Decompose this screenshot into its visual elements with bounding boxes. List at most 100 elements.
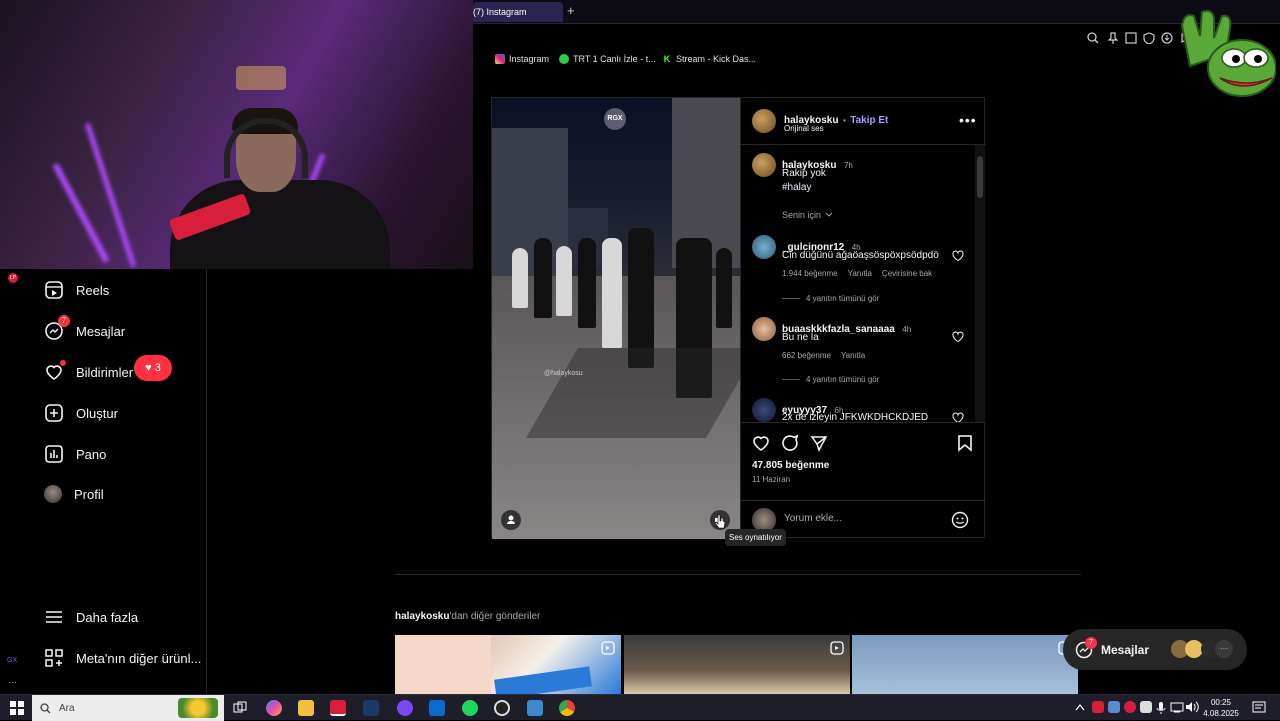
sidebar-item-meta-products[interactable]: Meta'nın diğer ürünl... — [44, 648, 201, 668]
tab-instagram[interactable]: (7) Instagram — [473, 2, 563, 22]
share-icon[interactable] — [810, 434, 828, 452]
commenter-avatar[interactable] — [752, 398, 776, 422]
commenter-avatar[interactable] — [752, 235, 776, 259]
scrollbar-thumb[interactable] — [977, 156, 983, 198]
comment-icon[interactable] — [781, 434, 799, 452]
bookmark-kick[interactable]: K Stream - Kick Das... — [662, 54, 756, 64]
avatar — [44, 485, 62, 503]
side-strip-badge[interactable]: LP — [8, 273, 18, 283]
heart-icon[interactable] — [952, 412, 964, 422]
commenter-avatar[interactable] — [752, 317, 776, 341]
more-dots-icon[interactable]: ··· — [8, 677, 17, 687]
translate-button[interactable]: Çevirisine bak — [882, 269, 932, 278]
gx-logo[interactable]: GX — [7, 657, 17, 664]
comment-likes[interactable]: 1.944 beğenme — [782, 269, 838, 278]
search-placeholder: Ara — [59, 702, 75, 714]
more-post-thumbnail[interactable] — [624, 635, 850, 694]
sidebar-item-label: Bildirimler — [76, 364, 134, 380]
chrome-icon[interactable] — [559, 700, 575, 716]
app-icon[interactable] — [527, 700, 543, 716]
author-avatar[interactable] — [752, 109, 776, 133]
new-tab-button[interactable]: + — [567, 3, 581, 19]
heart-icon[interactable] — [952, 331, 964, 343]
likes-count[interactable]: 47.805 beğenme — [752, 460, 829, 471]
sidebar-item-more[interactable]: Daha fazla — [44, 607, 138, 627]
heart-icon — [44, 360, 66, 382]
windows-start-icon[interactable] — [10, 701, 24, 715]
bookmark-instagram[interactable]: Instagram — [495, 54, 549, 64]
sidebar-item-notifications[interactable]: Bildirimler — [44, 360, 134, 382]
follow-button[interactable]: Takip Et — [850, 115, 888, 126]
comment-input[interactable]: Yorum ekle... — [784, 513, 842, 524]
discord-icon[interactable] — [397, 700, 413, 716]
system-clock[interactable]: 00:25 4.08.2025 — [1198, 697, 1244, 719]
audio-label[interactable]: Orijinal ses — [784, 124, 824, 133]
reply-button[interactable]: Yanıtla — [841, 351, 865, 360]
outlook-icon[interactable] — [429, 700, 445, 716]
sidebar-item-label: Mesajlar — [76, 323, 126, 339]
more-post-thumbnail[interactable] — [395, 635, 621, 694]
thumbnail-banner — [494, 666, 592, 694]
task-view-icon[interactable] — [233, 701, 247, 715]
sidebar-item-dashboard[interactable]: Pano — [44, 444, 106, 464]
zoom-icon[interactable] — [1087, 32, 1099, 44]
notifications-count-pill[interactable]: ♥ 3 — [134, 355, 172, 381]
comment-sort-dropdown[interactable]: Senin için — [782, 210, 833, 220]
tagged-users-button[interactable] — [501, 510, 521, 530]
messages-floating-button[interactable]: 7 Mesajlar ··· — [1063, 629, 1247, 670]
reels-icon — [44, 280, 64, 300]
reply-button[interactable]: Yanıtla — [848, 269, 872, 278]
bookmark-icon[interactable] — [957, 434, 973, 452]
pin-icon[interactable] — [1107, 32, 1119, 44]
notification-center-icon[interactable] — [1252, 701, 1266, 715]
taskbar-search[interactable]: Ara — [32, 695, 224, 721]
snapshot-icon[interactable] — [1125, 32, 1137, 44]
bookmark-label: Instagram — [509, 54, 550, 64]
post-actions: 47.805 beğenme 11 Haziran — [741, 422, 986, 500]
tray-icon[interactable] — [1108, 701, 1120, 713]
sidebar-item-label: Daha fazla — [76, 609, 139, 625]
rgx-badge: RGX — [604, 108, 626, 130]
emoji-icon[interactable] — [951, 511, 969, 529]
opera-gx-icon[interactable] — [330, 700, 346, 716]
more-dots-icon: ··· — [1215, 640, 1233, 658]
more-posts-suffix: 'dan diğer gönderiler — [449, 611, 541, 622]
view-replies-button[interactable]: 4 yanıtın tümünü gör — [782, 375, 879, 384]
download-icon[interactable] — [1161, 32, 1173, 44]
sidebar-item-messages[interactable]: 7 Mesajlar — [44, 315, 126, 341]
person-icon — [507, 515, 515, 524]
file-explorer-icon[interactable] — [298, 700, 314, 716]
chevron-up-icon[interactable] — [1075, 703, 1085, 711]
reel-video[interactable]: RGX @halaykosu — [492, 98, 740, 539]
tray-icon[interactable] — [1124, 701, 1136, 713]
sidebar-item-reels[interactable]: Reels — [44, 280, 109, 300]
volume-icon[interactable] — [1185, 701, 1199, 713]
network-icon[interactable] — [1170, 701, 1184, 713]
more-options-icon[interactable]: ••• — [959, 112, 977, 128]
sort-label: Senin için — [782, 210, 822, 220]
bookmarks-bar: Instagram TRT 1 Canlı İzle - t... K Stre… — [473, 52, 1280, 70]
sunflower-widget[interactable] — [178, 698, 218, 718]
caption-hashtag[interactable]: #halay — [782, 182, 811, 193]
tray-icon[interactable] — [1140, 701, 1152, 713]
sidebar-item-profile[interactable]: Profil — [44, 485, 104, 503]
mouse-cursor-icon — [714, 514, 726, 529]
heart-icon[interactable] — [952, 250, 964, 262]
bookmark-trt1[interactable]: TRT 1 Canlı İzle - t... — [559, 54, 656, 64]
sidebar-item-create[interactable]: Oluştur — [44, 403, 118, 423]
tray-icon[interactable] — [1092, 701, 1104, 713]
more-posts-username[interactable]: halaykosku — [395, 611, 449, 622]
shield-icon[interactable] — [1143, 32, 1155, 44]
view-replies-button[interactable]: 4 yanıtın tümünü gör — [782, 294, 879, 303]
comment-text: 2x de izleyin JFKWKDHCKDJED — [782, 412, 929, 422]
post-header: halaykosku • Takip Et Orijinal ses ••• — [741, 98, 986, 145]
spotify-icon[interactable] — [462, 700, 478, 716]
copilot-icon[interactable] — [266, 700, 282, 716]
steam-icon[interactable] — [363, 700, 379, 716]
caption-avatar[interactable] — [752, 153, 776, 177]
microphone-icon[interactable] — [1156, 701, 1166, 715]
obs-icon[interactable] — [494, 700, 510, 716]
more-post-thumbnail[interactable] — [852, 635, 1078, 694]
like-heart-icon[interactable] — [752, 434, 770, 452]
comment-likes[interactable]: 662 beğenme — [782, 351, 831, 360]
